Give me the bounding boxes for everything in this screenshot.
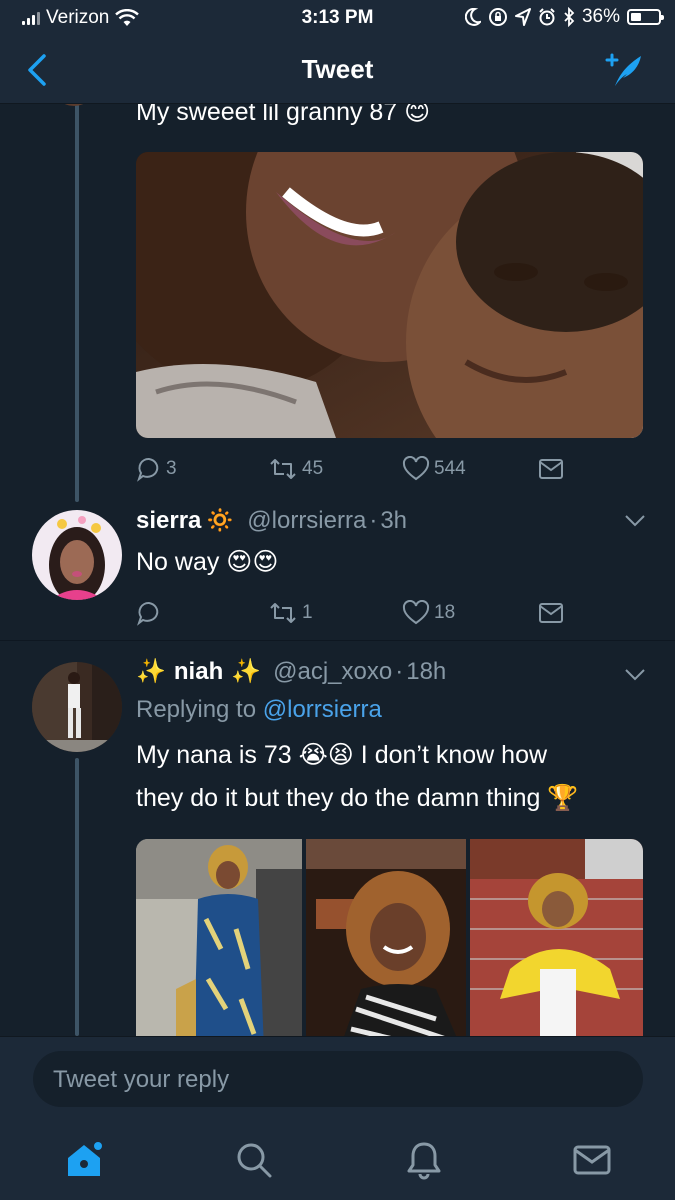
mail-icon <box>539 603 563 623</box>
reply-icon <box>137 458 159 482</box>
reply-2-name-suffix: ✨ <box>231 658 262 685</box>
mail-icon <box>539 459 563 479</box>
like-count: 18 <box>434 602 456 623</box>
chevron-down-icon[interactable] <box>624 514 646 528</box>
heart-icon <box>402 600 430 625</box>
retweet-count: 45 <box>302 458 324 479</box>
tweet-thread: My sweeet lil granny 87 😊 3 45 544 sierr… <box>0 104 675 1036</box>
bluetooth-icon <box>564 7 575 27</box>
reply-1-text: No way 😍😍 <box>136 548 279 576</box>
retweet-count: 1 <box>302 602 313 623</box>
replying-to-handle[interactable]: @lorrsierra <box>263 696 382 723</box>
share-action[interactable] <box>538 458 564 480</box>
moon-icon <box>464 8 481 26</box>
thread-line <box>75 758 79 1036</box>
like-count: 544 <box>434 458 466 479</box>
location-icon <box>514 8 531 26</box>
reply-2-header: ✨ niah ✨ @acj_xoxo · 18h <box>136 657 446 686</box>
rotation-lock-icon <box>488 8 507 26</box>
nav-bar: Tweet <box>0 36 675 104</box>
like-action[interactable]: 544 <box>402 456 466 482</box>
reply-2-photo-2[interactable] <box>306 839 466 1036</box>
reply-2-handle[interactable]: @acj_xoxo <box>273 658 392 686</box>
battery-percent: 36% <box>581 6 620 27</box>
reply-2-display-name[interactable]: niah <box>174 658 223 686</box>
reply-2-separator: · <box>395 657 404 685</box>
status-icons: 36% <box>464 6 664 28</box>
reply-1-separator: · <box>369 506 378 534</box>
reply-action[interactable] <box>136 600 166 626</box>
retweet-icon <box>270 603 296 623</box>
reply-bar: Tweet your reply <box>0 1036 675 1126</box>
reply-1-handle[interactable]: @lorrsierra <box>247 507 366 535</box>
notifications-icon[interactable] <box>404 1140 444 1180</box>
reply-2-photo-3[interactable] <box>470 839 643 1036</box>
reply-1-time: 3h <box>380 506 408 534</box>
reply-2-name-prefix: ✨ <box>136 658 166 685</box>
replying-to-label: Replying to <box>136 696 257 723</box>
chevron-down-icon[interactable] <box>624 668 646 682</box>
reply-1-display-name[interactable]: sierra <box>136 507 201 535</box>
page-title: Tweet <box>301 54 374 84</box>
main-tweet-photo[interactable] <box>136 152 643 438</box>
reply-icon <box>137 602 159 626</box>
messages-icon[interactable] <box>572 1140 612 1180</box>
like-action[interactable]: 18 <box>402 600 455 626</box>
alarm-icon <box>539 8 555 26</box>
tab-bar <box>0 1126 675 1200</box>
avatar-partial <box>52 104 96 106</box>
retweet-action[interactable]: 45 <box>268 456 323 482</box>
reply-1-header: sierra 🔅 @lorrsierra · 3h <box>136 506 407 535</box>
battery-icon <box>627 9 664 25</box>
divider <box>0 640 675 641</box>
compose-tweet-button[interactable] <box>605 50 645 90</box>
reply-2-text-line-2: they do it but they do the damn thing 🏆 <box>136 784 579 812</box>
reply-1-name-emoji: 🔅 <box>205 507 236 534</box>
reply-2-text-line-1: My nana is 73 😭😫 I don’t know how <box>136 741 548 769</box>
avatar-niah[interactable] <box>32 662 122 752</box>
reply-2-photo-grid <box>136 839 643 1036</box>
retweet-action[interactable]: 1 <box>268 600 313 626</box>
reply-count: 3 <box>166 458 177 479</box>
status-bar: Verizon 3:13 PM 36% <box>0 0 675 36</box>
share-action[interactable] <box>538 602 564 624</box>
reply-2-time: 18h <box>406 657 447 685</box>
reply-2-photo-1[interactable] <box>136 839 302 1036</box>
main-tweet-text: My sweeet lil granny 87 😊 <box>136 104 431 126</box>
avatar-sierra[interactable] <box>32 510 122 600</box>
replying-to: Replying to @lorrsierra <box>136 696 382 724</box>
home-icon[interactable] <box>64 1140 104 1180</box>
heart-icon <box>402 456 430 481</box>
retweet-icon <box>270 459 296 479</box>
reply-action[interactable]: 3 <box>136 456 177 482</box>
thread-line <box>75 104 79 502</box>
reply-input[interactable]: Tweet your reply <box>33 1051 643 1107</box>
search-icon[interactable] <box>234 1140 274 1180</box>
